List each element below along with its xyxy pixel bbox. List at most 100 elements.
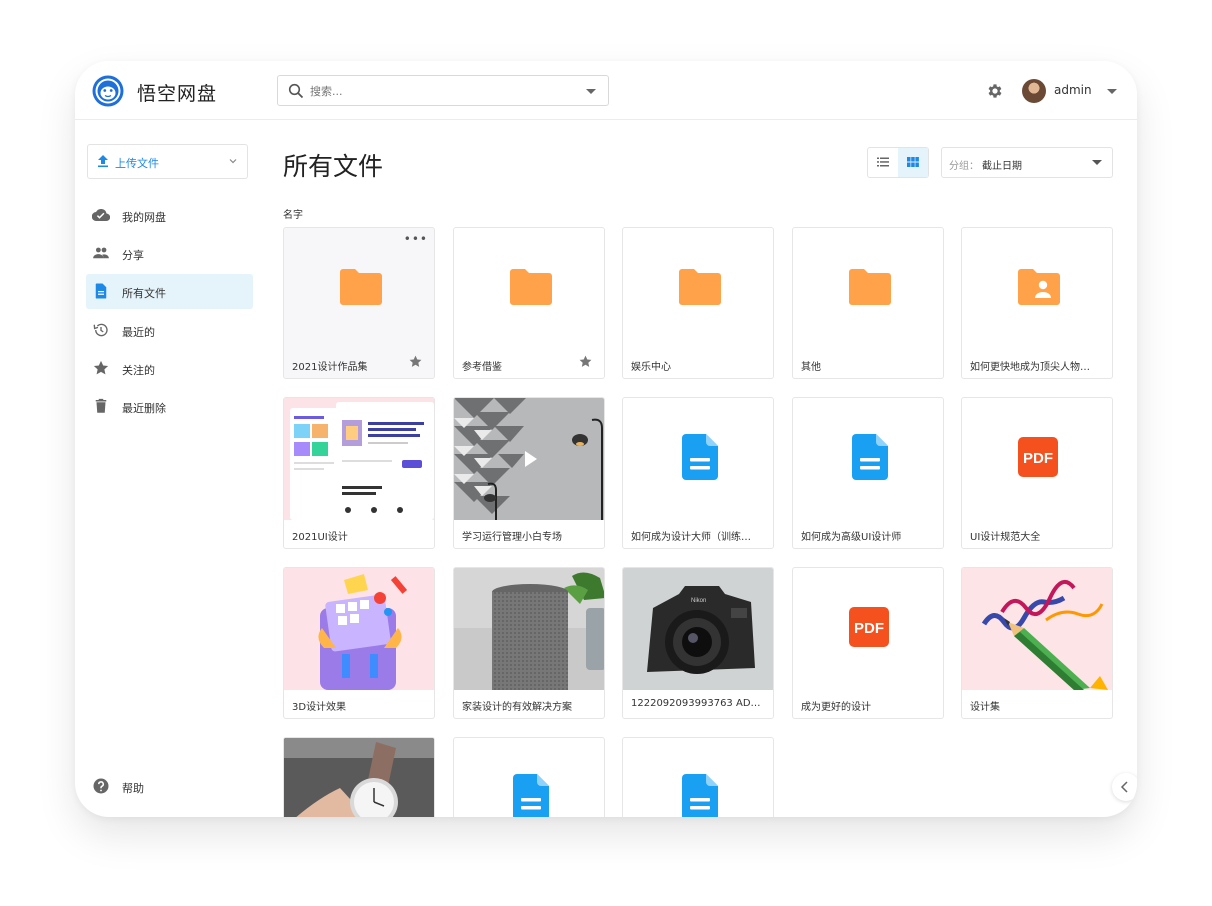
folder-icon	[510, 269, 552, 305]
avatar[interactable]	[1022, 79, 1046, 103]
sidebar-item-label: 分享	[122, 249, 144, 262]
sidebar-item-label: 最近删除	[122, 402, 166, 415]
file-name: 设计集	[970, 702, 1000, 713]
user-menu-caret-icon[interactable]	[1107, 89, 1117, 94]
file-name: 如何更快地成为顶尖人物…	[970, 362, 1090, 373]
file-name: 学习运行管理小白专场	[462, 532, 562, 543]
list-icon	[877, 157, 889, 167]
file-name: 2021设计作品集	[292, 362, 368, 373]
search-input[interactable]	[310, 81, 570, 101]
upload-button[interactable]: 上传文件	[87, 144, 248, 179]
file-name: 成为更好的设计	[801, 702, 871, 713]
document-icon	[682, 434, 718, 480]
document-icon	[852, 434, 888, 480]
file-card[interactable]: 其他	[792, 227, 944, 379]
search-dropdown-icon[interactable]	[586, 89, 596, 94]
user-name[interactable]: admin	[1054, 83, 1092, 97]
sidebar-item-help[interactable]: 帮助	[86, 769, 253, 804]
sidebar-item-starred[interactable]: 关注的	[86, 351, 253, 386]
shared-folder-icon	[1018, 269, 1060, 305]
upload-icon	[98, 155, 108, 168]
top-bar: 悟空网盘 admin	[75, 61, 1137, 120]
file-name: 如何成为设计大师（训练…	[631, 532, 751, 543]
file-card[interactable]	[622, 737, 774, 817]
sidebar-item-share[interactable]: 分享	[86, 236, 253, 271]
people-icon	[93, 247, 109, 259]
file-name: 其他	[801, 362, 821, 373]
chevron-left-icon	[1120, 781, 1128, 793]
name-column-header[interactable]: 名字	[283, 206, 303, 221]
folder-icon	[679, 269, 721, 305]
sidebar-item-all-files[interactable]: 所有文件	[86, 274, 253, 309]
file-card[interactable]: 3D设计效果	[283, 567, 435, 719]
trash-icon	[95, 398, 107, 413]
monkey-logo-icon	[92, 75, 124, 107]
smart-speaker-thumbnail	[454, 568, 604, 690]
group-by-value: 截止日期	[982, 161, 1022, 172]
file-name: UI设计规范大全	[970, 532, 1041, 543]
grid-icon	[907, 157, 919, 167]
gear-icon[interactable]	[986, 82, 1004, 100]
file-card[interactable]: 如何成为设计大师（训练…	[622, 397, 774, 549]
sidebar-item-trash[interactable]: 最近删除	[86, 389, 253, 424]
file-card[interactable]: 娱乐中心	[622, 227, 774, 379]
file-card[interactable]: 设计集	[961, 567, 1113, 719]
chevron-down-icon	[229, 159, 237, 164]
file-name: 3D设计效果	[292, 702, 347, 713]
more-icon[interactable]: •••	[404, 233, 428, 245]
sidebar-item-label: 最近的	[122, 326, 155, 339]
file-card[interactable]: 2021UI设计	[283, 397, 435, 549]
file-card[interactable]: Nikon 1222092093993763 AD…	[622, 567, 774, 719]
history-icon	[93, 323, 108, 337]
view-toggle	[867, 147, 929, 178]
file-card[interactable]: ••• 2021设计作品集	[283, 227, 435, 379]
file-card[interactable]: 参考借鉴	[453, 227, 605, 379]
file-card[interactable]: PDF UI设计规范大全	[961, 397, 1113, 549]
web-design-thumbnail	[284, 398, 434, 520]
sidebar-item-label: 关注的	[122, 364, 155, 377]
sidebar-item-recent[interactable]: 最近的	[86, 313, 253, 348]
help-icon	[93, 778, 109, 794]
pencil-illustration-thumbnail	[962, 568, 1112, 690]
file-name: 家装设计的有效解决方案	[462, 702, 572, 713]
group-by-label: 分组：	[949, 161, 979, 172]
3d-illustration-thumbnail	[284, 568, 434, 690]
sidebar: 上传文件 我的网盘 分享 所有文件 最近的 关注的 最近删除 帮助	[75, 121, 265, 817]
collapse-panel-button[interactable]	[1112, 773, 1137, 801]
watch-thumbnail	[284, 738, 434, 817]
star-icon[interactable]	[578, 354, 593, 369]
pdf-icon: PDF	[1018, 437, 1058, 477]
upload-label: 上传文件	[115, 157, 159, 170]
caret-down-icon	[1092, 160, 1102, 165]
search-box[interactable]	[277, 75, 609, 106]
video-thumbnail	[454, 398, 604, 520]
list-view-button[interactable]	[868, 148, 898, 177]
pdf-icon: PDF	[849, 607, 889, 647]
file-card[interactable]	[453, 737, 605, 817]
file-card[interactable]: 学习运行管理小白专场	[453, 397, 605, 549]
svg-text:PDF: PDF	[1023, 450, 1053, 467]
folder-icon	[340, 269, 382, 305]
grid-view-button[interactable]	[898, 148, 928, 177]
document-icon	[95, 283, 107, 299]
star-icon[interactable]	[408, 354, 423, 369]
sidebar-item-my-drive[interactable]: 我的网盘	[86, 198, 253, 233]
file-name: 娱乐中心	[631, 362, 671, 373]
search-icon	[288, 83, 304, 99]
group-by-select[interactable]: 分组： 截止日期	[941, 147, 1113, 178]
sidebar-item-label: 我的网盘	[122, 211, 166, 224]
file-card[interactable]: 家装设计的有效解决方案	[453, 567, 605, 719]
svg-text:PDF: PDF	[854, 620, 884, 637]
app-title: 悟空网盘	[137, 83, 218, 105]
file-card[interactable]: 如何成为高级UI设计师	[792, 397, 944, 549]
sidebar-item-label: 所有文件	[122, 287, 166, 300]
app-window: 悟空网盘 admin 上传文件	[75, 61, 1137, 817]
folder-icon	[849, 269, 891, 305]
file-name: 如何成为高级UI设计师	[801, 532, 902, 543]
main-content: 所有文件 分组： 截止日期 名字 ••• 2021设计作品集 参考借鉴 娱乐中心…	[265, 121, 1137, 817]
file-name: 参考借鉴	[462, 362, 502, 373]
file-card[interactable]	[283, 737, 435, 817]
file-card[interactable]: PDF 成为更好的设计	[792, 567, 944, 719]
page-title: 所有文件	[283, 152, 384, 181]
file-card[interactable]: 如何更快地成为顶尖人物…	[961, 227, 1113, 379]
